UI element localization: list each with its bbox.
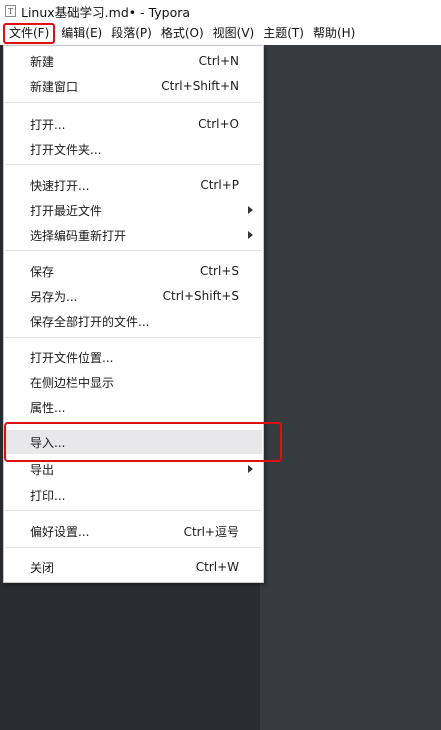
menu-theme[interactable]: 主题(T) <box>259 23 308 44</box>
menu-item-label: 保存 <box>30 264 55 279</box>
menu-item-shortcut: Ctrl+N <box>198 54 239 68</box>
menu-item-label: 新建 <box>30 54 55 69</box>
menu-item-label: 保存全部打开的文件... <box>30 314 150 329</box>
menu-item-shortcut: Ctrl+P <box>200 178 239 192</box>
menu-edit[interactable]: 编辑(E) <box>57 23 106 44</box>
menu-item-open-recent[interactable]: 打开最近文件 <box>5 198 262 222</box>
menu-separator <box>5 547 262 548</box>
menu-separator <box>5 510 262 511</box>
window-title: Linux基础学习.md• - Typora <box>21 4 191 20</box>
submenu-arrow-icon <box>248 465 253 473</box>
menu-item-label: 关闭 <box>30 560 55 575</box>
menu-separator <box>5 337 262 338</box>
menu-item-label: 属性... <box>30 400 66 415</box>
typora-app-icon: T <box>5 5 16 17</box>
menu-separator <box>5 250 262 251</box>
menu-item-label: 打开文件位置... <box>30 350 114 365</box>
menu-item-preferences[interactable]: 偏好设置... Ctrl+逗号 <box>5 519 262 543</box>
menu-item-shortcut: Ctrl+Shift+N <box>161 79 239 93</box>
menu-paragraph[interactable]: 段落(P) <box>107 23 156 44</box>
menu-item-open[interactable]: 打开... Ctrl+O <box>5 112 262 136</box>
menu-item-reopen-with-encoding[interactable]: 选择编码重新打开 <box>5 223 262 247</box>
menu-item-print[interactable]: 打印... <box>5 483 262 507</box>
menu-item-label: 另存为... <box>30 289 78 304</box>
menu-item-reveal-in-sidebar[interactable]: 在侧边栏中显示 <box>5 370 262 394</box>
menu-item-new[interactable]: 新建 Ctrl+N <box>5 49 262 73</box>
menu-separator <box>5 164 262 165</box>
menu-item-label: 选择编码重新打开 <box>30 228 127 243</box>
menu-item-label: 导出 <box>30 462 55 477</box>
menu-item-label: 打开... <box>30 117 66 132</box>
menu-item-shortcut: Ctrl+W <box>195 560 239 574</box>
menu-item-open-folder[interactable]: 打开文件夹... <box>5 137 262 161</box>
menu-item-label: 打开最近文件 <box>30 203 103 218</box>
menu-item-save-all[interactable]: 保存全部打开的文件... <box>5 309 262 333</box>
menu-item-new-window[interactable]: 新建窗口 Ctrl+Shift+N <box>5 74 262 98</box>
menu-item-shortcut: Ctrl+Shift+S <box>162 289 239 303</box>
menu-item-label: 打开文件夹... <box>30 142 102 157</box>
menu-item-shortcut: Ctrl+O <box>198 117 239 131</box>
submenu-arrow-icon <box>248 206 253 214</box>
menu-item-label: 偏好设置... <box>30 524 90 539</box>
menu-format[interactable]: 格式(O) <box>157 23 208 44</box>
menu-item-open-file-location[interactable]: 打开文件位置... <box>5 345 262 369</box>
annotation-highlight-box <box>4 422 282 462</box>
menu-item-shortcut: Ctrl+逗号 <box>183 524 239 539</box>
menu-bar: 文件(F) 编辑(E) 段落(P) 格式(O) 视图(V) 主题(T) 帮助(H… <box>0 22 441 45</box>
menu-item-label: 在侧边栏中显示 <box>30 375 115 390</box>
menu-file[interactable]: 文件(F) <box>3 23 56 44</box>
menu-item-save[interactable]: 保存 Ctrl+S <box>5 259 262 283</box>
menu-item-quick-open[interactable]: 快速打开... Ctrl+P <box>5 173 262 197</box>
menu-view[interactable]: 视图(V) <box>209 23 259 44</box>
submenu-arrow-icon <box>248 231 253 239</box>
menu-item-label: 快速打开... <box>30 178 90 193</box>
menu-item-shortcut: Ctrl+S <box>199 264 239 278</box>
file-dropdown-menu: 新建 Ctrl+N 新建窗口 Ctrl+Shift+N 打开... Ctrl+O… <box>3 45 264 583</box>
menu-item-close[interactable]: 关闭 Ctrl+W <box>5 555 262 579</box>
menu-separator <box>5 102 262 103</box>
menu-item-save-as[interactable]: 另存为... Ctrl+Shift+S <box>5 284 262 308</box>
menu-item-label: 新建窗口 <box>30 79 79 94</box>
title-bar: T Linux基础学习.md• - Typora <box>0 0 441 22</box>
menu-help[interactable]: 帮助(H) <box>309 23 359 44</box>
menu-item-label: 打印... <box>30 488 66 503</box>
menu-item-properties[interactable]: 属性... <box>5 395 262 419</box>
